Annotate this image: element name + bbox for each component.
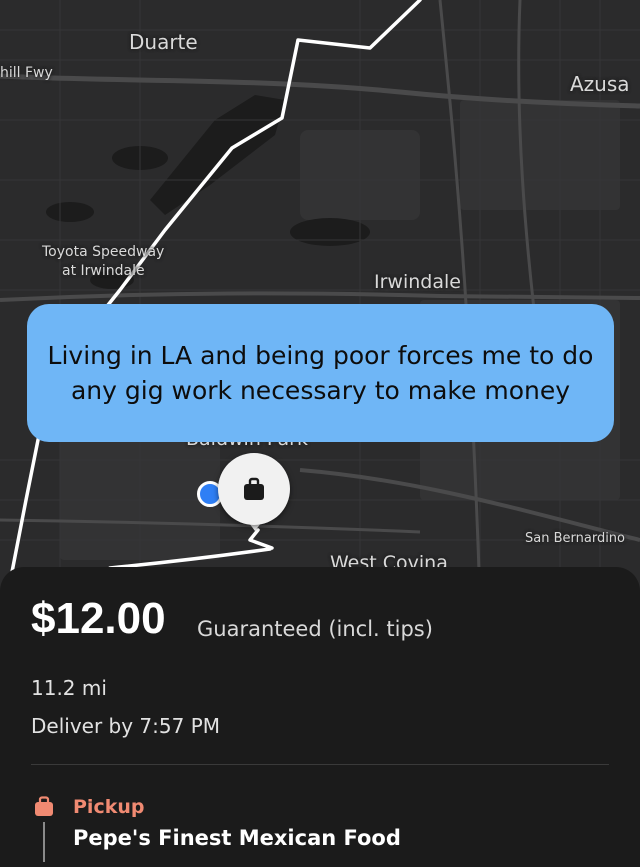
map-label-azusa: Azusa [570, 72, 630, 96]
caption-bubble: Living in LA and being poor forces me to… [27, 304, 614, 442]
map-canvas [0, 0, 640, 601]
pickup-restaurant-name[interactable]: Pepe's Finest Mexican Food [73, 826, 401, 850]
map-label-foothill-fwy: hill Fwy [0, 65, 53, 81]
map-label-san-bernardino: San Bernardino [525, 531, 626, 546]
map-label-speedway-line2: at Irwindale [62, 263, 145, 279]
shopping-bag-icon [35, 796, 53, 816]
pickup-label: Pickup [73, 796, 145, 818]
offer-price: $12.00 [31, 594, 166, 643]
map-label-duarte: Duarte [129, 30, 198, 54]
caption-text: Living in LA and being poor forces me to… [47, 341, 594, 405]
map-label-speedway-line1: Toyota Speedway [42, 244, 165, 260]
shopping-bag-icon [244, 477, 264, 500]
map-view[interactable]: Duarte hill Fwy Azusa Toyota Speedway at… [0, 0, 640, 601]
deliver-by-time: Deliver by 7:57 PM [31, 714, 221, 738]
pickup-connector-line [43, 822, 45, 862]
divider [31, 764, 609, 765]
pickup-map-pin[interactable] [218, 453, 290, 525]
map-label-irwindale: Irwindale [374, 271, 461, 293]
trip-distance: 11.2 mi [31, 676, 107, 700]
price-note: Guaranteed (incl. tips) [197, 617, 433, 641]
